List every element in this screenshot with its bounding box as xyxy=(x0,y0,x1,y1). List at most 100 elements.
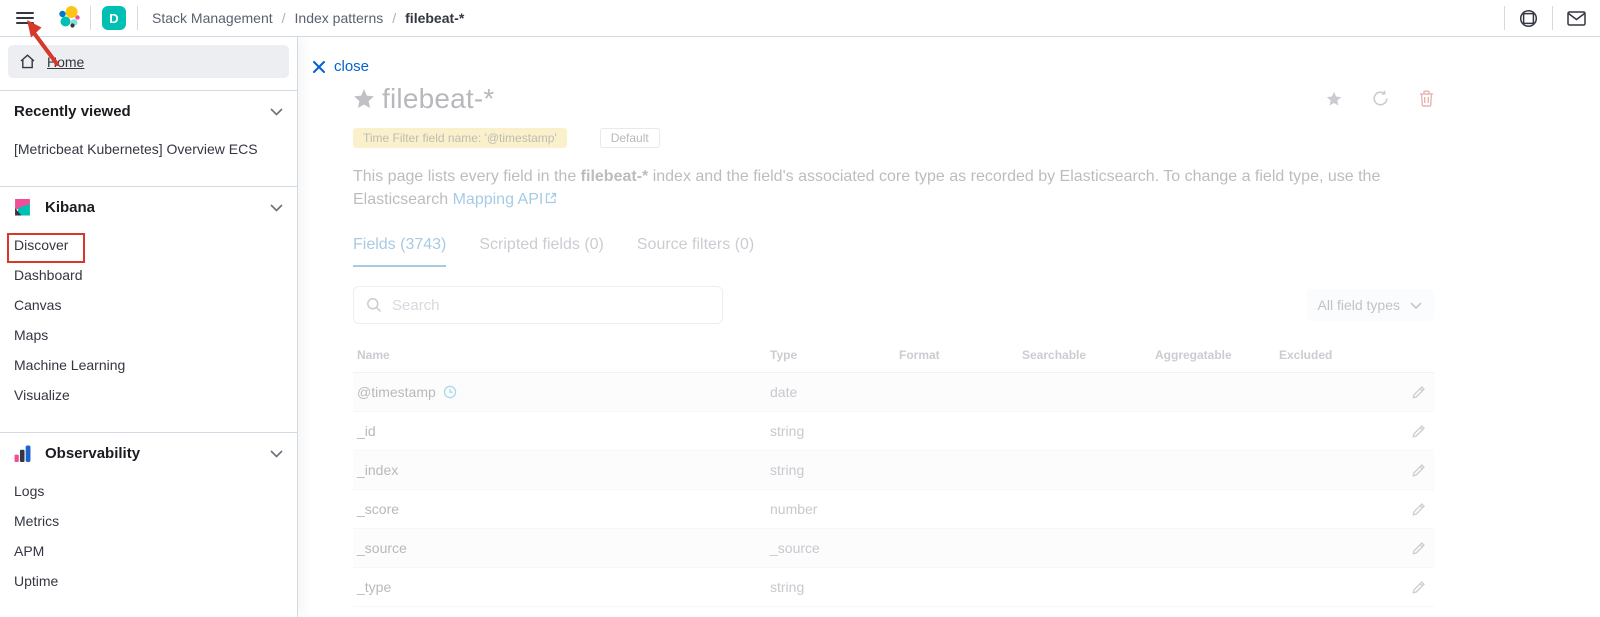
breadcrumb-item-stack-management[interactable]: Stack Management xyxy=(152,10,273,26)
page-actions xyxy=(1326,90,1434,107)
sidebar-item-home[interactable]: Home xyxy=(8,45,289,78)
field-name-cell: _index xyxy=(353,462,766,478)
field-name: _id xyxy=(357,423,376,439)
close-icon xyxy=(312,60,326,74)
chevron-down-icon xyxy=(1410,302,1422,309)
search-icon xyxy=(366,297,382,313)
edit-field-pencil-icon[interactable] xyxy=(1411,502,1426,517)
kibana-section-title: Kibana xyxy=(45,199,95,216)
field-type-filter-select[interactable]: All field types xyxy=(1306,289,1434,321)
close-annotation-button[interactable]: close xyxy=(312,58,369,75)
tab-bar: Fields (3743) Scripted fields (0) Source f… xyxy=(353,236,1434,267)
navigation-sidebar: Home Recently viewed [Metricbeat Kuberne… xyxy=(0,37,298,617)
sidebar-item-machine-learning[interactable]: Machine Learning xyxy=(0,350,297,380)
trash-icon[interactable] xyxy=(1419,90,1434,107)
row-actions-cell xyxy=(1411,580,1434,595)
recently-viewed-header[interactable]: Recently viewed xyxy=(0,91,297,130)
edit-field-pencil-icon[interactable] xyxy=(1411,463,1426,478)
fields-table-header: NameTypeFormatSearchableAggregatableExcl… xyxy=(353,344,1434,373)
newsfeed-envelope-icon[interactable] xyxy=(1553,0,1600,36)
mapping-api-link[interactable]: Mapping API xyxy=(453,191,544,208)
aggregatable-cell xyxy=(1151,384,1275,400)
title-row: filebeat-* xyxy=(353,83,1434,115)
kibana-logo xyxy=(14,199,31,216)
breadcrumb-item-filebeat[interactable]: filebeat-* xyxy=(405,10,464,26)
field-type-cell: string xyxy=(766,423,895,439)
edit-field-pencil-icon[interactable] xyxy=(1411,541,1426,556)
default-badge: Default xyxy=(600,128,660,148)
description-index-name: filebeat-* xyxy=(581,168,649,185)
fields-toolbar: All field types xyxy=(353,286,1434,324)
main-panel: close filebeat-* xyxy=(299,37,1600,617)
sidebar-item-label: Home xyxy=(47,54,84,70)
chevron-down-icon xyxy=(270,450,283,458)
observability-logo xyxy=(14,445,31,462)
page-description: This page lists every field in the fileb… xyxy=(353,165,1413,211)
divider xyxy=(90,6,91,30)
field-name: @timestamp xyxy=(357,384,436,400)
tab-source-filters-0[interactable]: Source filters (0) xyxy=(637,236,754,267)
search-input[interactable] xyxy=(392,297,710,314)
field-name: _score xyxy=(357,501,399,517)
index-pattern-detail: filebeat-* xyxy=(299,37,1434,607)
favorite-star-icon[interactable] xyxy=(353,88,375,110)
description-text: This page lists every field in the xyxy=(353,168,581,185)
field-name-cell: _id xyxy=(353,423,766,439)
fields-table: NameTypeFormatSearchableAggregatableExcl… xyxy=(353,344,1434,607)
recently-viewed-title: Recently viewed xyxy=(14,103,131,120)
field-type-filter-value: All field types xyxy=(1318,297,1400,313)
observability-section-header[interactable]: Observability xyxy=(0,433,297,472)
row-actions-cell xyxy=(1411,463,1434,478)
search-box xyxy=(353,286,723,324)
row-actions-cell xyxy=(1411,424,1434,439)
column-header-searchable: Searchable xyxy=(1018,348,1151,362)
aggregatable-cell xyxy=(1151,462,1275,478)
tab-scripted-fields-0[interactable]: Scripted fields (0) xyxy=(479,236,604,267)
sidebar-item-maps[interactable]: Maps xyxy=(0,320,297,350)
recently-viewed-item[interactable]: [Metricbeat Kubernetes] Overview ECS xyxy=(0,134,297,164)
field-name-cell: _source xyxy=(353,540,766,556)
breadcrumb: Stack Management/Index patterns/filebeat… xyxy=(152,10,464,26)
kibana-app: D Stack Management/Index patterns/filebe… xyxy=(0,0,1600,617)
field-name-cell: @timestamp xyxy=(353,384,766,400)
row-actions-cell xyxy=(1411,541,1434,556)
external-link-icon xyxy=(545,188,557,211)
column-header-excluded: Excluded xyxy=(1275,348,1370,362)
hamburger-menu-button[interactable] xyxy=(0,0,50,36)
help-life-ring-icon[interactable] xyxy=(1505,0,1552,36)
sidebar-item-discover[interactable]: Discover xyxy=(0,230,297,260)
field-type-cell: date xyxy=(766,384,895,400)
sidebar-item-visualize[interactable]: Visualize xyxy=(0,380,297,410)
elastic-logo[interactable] xyxy=(50,5,90,31)
table-row-timestamp: @timestamp date xyxy=(353,373,1434,412)
edit-field-pencil-icon[interactable] xyxy=(1411,424,1426,439)
divider xyxy=(137,6,138,30)
aggregatable-cell xyxy=(1151,423,1275,439)
column-header-aggregatable: Aggregatable xyxy=(1151,348,1275,362)
edit-field-pencil-icon[interactable] xyxy=(1411,385,1426,400)
table-row-type: _typestring xyxy=(353,568,1434,607)
recently-viewed-list: [Metricbeat Kubernetes] Overview ECS xyxy=(0,130,297,174)
kibana-section-header[interactable]: Kibana xyxy=(0,187,297,226)
field-type-cell: string xyxy=(766,462,895,478)
column-header-type: Type xyxy=(766,348,895,362)
aggregatable-cell xyxy=(1151,579,1275,595)
tab-fields-3743[interactable]: Fields (3743) xyxy=(353,236,446,267)
refresh-icon[interactable] xyxy=(1372,90,1389,107)
sidebar-item-dashboard[interactable]: Dashboard xyxy=(0,260,297,290)
observability-section-title: Observability xyxy=(45,445,140,462)
sidebar-item-apm[interactable]: APM xyxy=(0,536,297,566)
searchable-cell xyxy=(1018,462,1151,478)
sidebar-item-uptime[interactable]: Uptime xyxy=(0,566,297,596)
field-name-cell: _type xyxy=(353,579,766,595)
sidebar-item-logs[interactable]: Logs xyxy=(0,476,297,506)
sidebar-item-metrics[interactable]: Metrics xyxy=(0,506,297,536)
field-type-cell: _source xyxy=(766,540,895,556)
edit-field-pencil-icon[interactable] xyxy=(1411,580,1426,595)
sidebar-item-canvas[interactable]: Canvas xyxy=(0,290,297,320)
breadcrumb-item-index-patterns[interactable]: Index patterns xyxy=(295,10,384,26)
breadcrumb-separator: / xyxy=(392,10,396,26)
searchable-cell xyxy=(1018,423,1151,439)
star-icon[interactable] xyxy=(1326,91,1342,107)
deployment-badge[interactable]: D xyxy=(102,6,126,30)
